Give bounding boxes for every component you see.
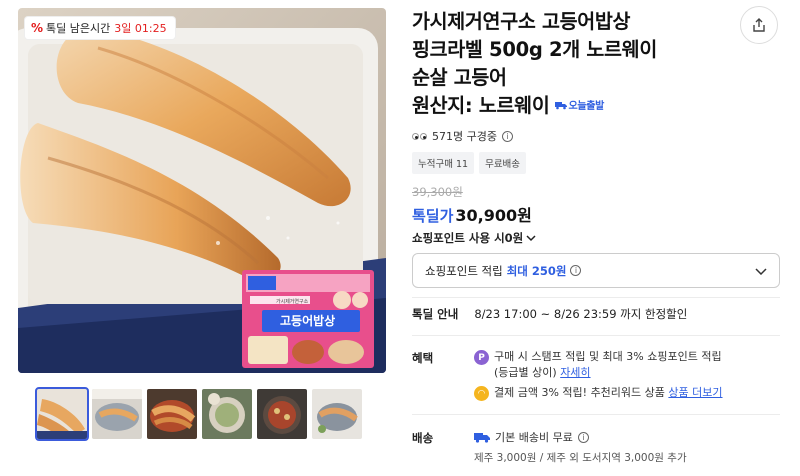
- deal-info-row: 톡딜 안내 8/23 17:00 ~ 8/26 23:59 까지 한정할인: [412, 306, 687, 322]
- divider: [412, 414, 780, 415]
- thumbnail-strip: [35, 387, 362, 441]
- points-use-label: 쇼핑포인트 사용 시0원: [412, 231, 524, 245]
- thumbnail-3[interactable]: [147, 389, 197, 439]
- benefit-reward-text: 결제 금액 3% 적립! 추천리워드 상품: [494, 386, 665, 399]
- truck-icon: [555, 102, 568, 110]
- benefit-item-reward: ◠ 결제 금액 3% 적립! 추천리워드 상품 상품 더보기: [474, 385, 723, 401]
- point-p-icon: P: [474, 350, 489, 365]
- package-name-text: 고등어밥상: [280, 314, 336, 328]
- benefit-more-products-link[interactable]: 상품 더보기: [668, 386, 722, 399]
- thumbnail-6[interactable]: [312, 389, 362, 439]
- shipping-text: 기본 배송비 무료: [495, 431, 573, 444]
- deal-timer-value: 3일 01:25: [114, 22, 167, 35]
- coin-icon: ◠: [474, 386, 489, 401]
- deal-info-key: 톡딜 안내: [412, 307, 459, 321]
- benefit-stamp-line2: (등급별 상이): [494, 366, 557, 379]
- deal-price-value: 30,900원: [455, 206, 532, 225]
- deal-price-row: 톡딜가 30,900원: [412, 202, 532, 226]
- title-line-4-wrapper: 원산지: 노르웨이 오늘출발: [412, 92, 722, 121]
- shipping-label: 배송: [412, 431, 434, 445]
- original-price: 39,300원: [412, 185, 463, 199]
- deal-info-value: 8/23 17:00 ~ 8/26 23:59 까지 한정할인: [474, 307, 688, 321]
- deal-price-label: 톡딜가: [412, 207, 454, 225]
- share-icon: [753, 18, 765, 32]
- shipping-row: 기본 배송비 무료 i: [474, 429, 589, 445]
- chip-free-shipping: 무료배송: [479, 152, 527, 174]
- product-chips: 누적구매 11 무료배송: [412, 152, 527, 174]
- shipping-extra-fee: 제주 3,000원 / 제주 외 도서지역 3,000원 추가: [474, 452, 687, 464]
- share-button[interactable]: [740, 6, 778, 44]
- title-line-3: 순살 고등어: [412, 66, 507, 89]
- info-icon[interactable]: i: [577, 431, 589, 443]
- today-ship-badge: 오늘출발: [555, 101, 604, 112]
- benefits-label: 혜택: [412, 351, 434, 365]
- thumbnail-4[interactable]: [202, 389, 252, 439]
- viewers-count: 571명 구경중 i: [412, 128, 513, 144]
- thumbnail-2[interactable]: [92, 389, 142, 439]
- thumbnail-5[interactable]: [257, 389, 307, 439]
- info-icon[interactable]: i: [570, 265, 582, 276]
- deal-timer-label: 톡딜 남은시간: [46, 22, 111, 35]
- thumbnail-1[interactable]: [35, 387, 89, 441]
- chevron-down-icon: [755, 267, 767, 275]
- benefit-item-stamp: P 구매 시 스탬프 적립 및 최대 3% 쇼핑포인트 적립 (등급별 상이) …: [474, 349, 722, 381]
- benefit-detail-link[interactable]: 자세히: [560, 366, 590, 379]
- package-brand-text: 가시제거연구소: [276, 299, 309, 305]
- divider: [412, 297, 780, 298]
- product-title: 가시제거연구소 고등어밥상 핑크라벨 500g 2개 노르웨이 순살 고등어 원…: [412, 8, 722, 121]
- product-main-image: 가시제거연구소 고등어밥상 % 톡딜 남은시간 3일 01:25: [18, 8, 386, 373]
- info-icon[interactable]: i: [501, 130, 513, 142]
- chip-cumulative-purchases: 누적구매 11: [412, 152, 475, 174]
- viewers-text: 571명 구경중: [432, 130, 497, 143]
- points-earn-dropdown[interactable]: 쇼핑포인트 적립 최대 250원 i: [412, 253, 780, 288]
- eyes-icon: [412, 132, 427, 140]
- title-line-4: 원산지: 노르웨이: [412, 94, 550, 117]
- benefit-stamp-line1: 구매 시 스탬프 적립 및 최대 3% 쇼핑포인트 적립: [494, 350, 722, 363]
- today-ship-label: 오늘출발: [568, 101, 605, 112]
- truck-icon: [474, 432, 490, 443]
- divider: [412, 335, 780, 336]
- points-earn-max: 최대 250원: [506, 263, 567, 278]
- title-line-2: 핑크라벨 500g 2개 노르웨이: [412, 38, 657, 61]
- points-use-toggle[interactable]: 쇼핑포인트 사용 시0원: [412, 230, 536, 246]
- deal-timer-badge: % 톡딜 남은시간 3일 01:25: [25, 17, 175, 39]
- title-line-1: 가시제거연구소 고등어밥상: [412, 10, 631, 33]
- percent-icon: %: [31, 21, 44, 35]
- points-earn-label: 쇼핑포인트 적립: [425, 263, 503, 278]
- chevron-down-icon: [526, 235, 536, 242]
